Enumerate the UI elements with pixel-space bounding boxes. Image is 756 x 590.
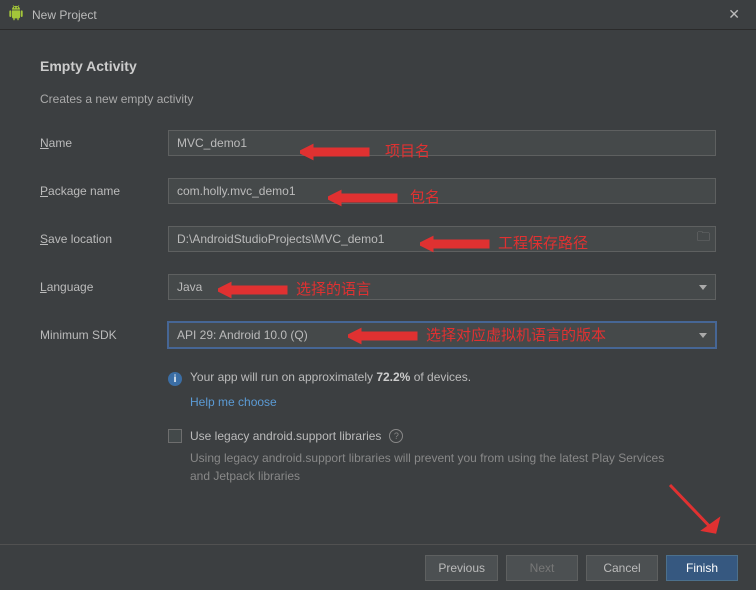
minimum-sdk-select[interactable]: API 29: Android 10.0 (Q) (168, 322, 716, 348)
next-button: Next (506, 555, 578, 581)
row-language: Language Java (40, 274, 716, 300)
chevron-down-icon (699, 285, 707, 290)
help-me-choose-link[interactable]: Help me choose (190, 395, 277, 409)
dialog-footer: Previous Next Cancel Finish (0, 544, 756, 590)
name-input[interactable] (168, 130, 716, 156)
legacy-checkbox[interactable] (168, 429, 182, 443)
row-legacy-libraries: Use legacy android.support libraries ? (168, 429, 716, 443)
label-minimum-sdk: Minimum SDK (40, 328, 168, 342)
language-value: Java (177, 280, 202, 294)
close-icon[interactable]: ✕ (720, 6, 748, 23)
cancel-button[interactable]: Cancel (586, 555, 658, 581)
dialog-content: Empty Activity Creates a new empty activ… (0, 30, 756, 495)
window-title: New Project (32, 8, 97, 22)
browse-folder-icon[interactable]: 🗀 (697, 228, 710, 250)
row-save-location: Save location 🗀 (40, 226, 716, 252)
help-icon[interactable]: ? (389, 429, 403, 443)
save-location-input[interactable] (168, 226, 716, 252)
label-package: Package name (40, 184, 168, 198)
row-minimum-sdk: Minimum SDK API 29: Android 10.0 (Q) (40, 322, 716, 348)
legacy-description: Using legacy android.support libraries w… (190, 449, 670, 485)
page-subtitle: Creates a new empty activity (40, 92, 716, 106)
language-select[interactable]: Java (168, 274, 716, 300)
info-text: Your app will run on approximately 72.2%… (190, 370, 471, 384)
legacy-checkbox-label: Use legacy android.support libraries (190, 429, 381, 443)
android-icon (8, 5, 24, 24)
device-coverage-info: i Your app will run on approximately 72.… (168, 370, 716, 386)
label-save-location: Save location (40, 232, 168, 246)
label-name: Name (40, 136, 168, 150)
minimum-sdk-value: API 29: Android 10.0 (Q) (177, 328, 308, 342)
row-name: Name (40, 130, 716, 156)
finish-button[interactable]: Finish (666, 555, 738, 581)
row-package: Package name (40, 178, 716, 204)
titlebar: New Project ✕ (0, 0, 756, 30)
package-input[interactable] (168, 178, 716, 204)
page-title: Empty Activity (40, 58, 716, 74)
previous-button[interactable]: Previous (425, 555, 498, 581)
chevron-down-icon (699, 333, 707, 338)
label-language: Language (40, 280, 168, 294)
info-icon: i (168, 372, 182, 386)
